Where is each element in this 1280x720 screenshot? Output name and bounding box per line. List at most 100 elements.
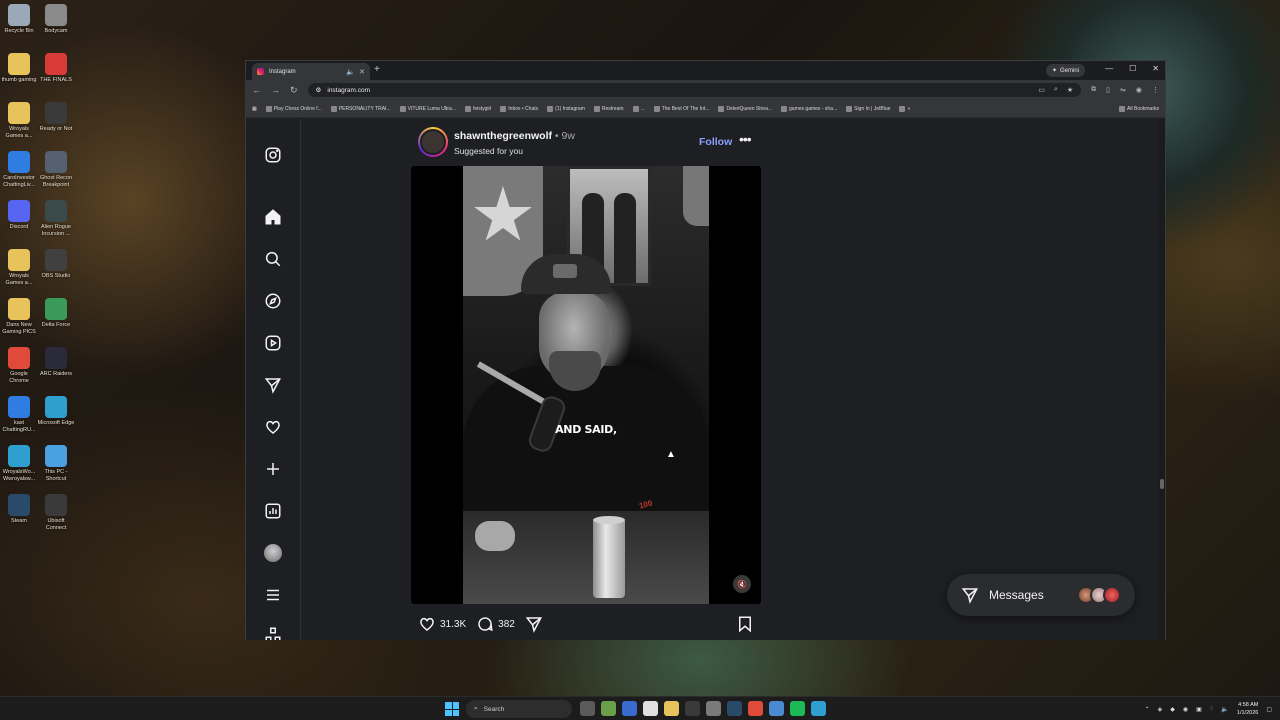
bookmark-item[interactable]: Inbox • Chats — [500, 105, 538, 112]
desktop-icon[interactable]: Wroyals Games a... — [0, 249, 38, 287]
start-button[interactable] — [445, 702, 459, 716]
tray-app-icon[interactable]: ◉ — [1183, 706, 1188, 713]
tabsearch-icon[interactable]: ⇋ — [1120, 86, 1126, 94]
sidepanel-icon[interactable]: ▯ — [1106, 86, 1110, 94]
cast-icon[interactable]: ▭ — [1038, 86, 1045, 94]
tab-close-icon[interactable]: ✕ — [359, 68, 365, 76]
taskbar-search[interactable]: ⌕ Search — [466, 700, 572, 718]
desktop-icon[interactable]: kast ChattingRU... — [0, 396, 38, 434]
apps-icon[interactable]: ▦ — [252, 106, 257, 112]
desktop-icon[interactable]: Ubisoft Connect — [37, 494, 75, 532]
explore-icon[interactable] — [263, 291, 283, 311]
notifications-icon[interactable]: ▢ — [1266, 706, 1272, 713]
site-info-icon[interactable]: ⚙ — [316, 86, 322, 94]
bookmark-item[interactable]: (1) Instagram — [547, 105, 585, 112]
bookmark-item[interactable]: ... — [632, 105, 645, 112]
mute-toggle-icon[interactable]: 🔇 — [733, 575, 751, 593]
terminal-icon[interactable] — [685, 701, 700, 716]
desktop-icon[interactable]: Steam — [0, 494, 38, 525]
messages-button[interactable]: Messages — [947, 574, 1135, 616]
reload-icon[interactable]: ↻ — [290, 85, 298, 96]
save-button[interactable] — [736, 615, 754, 633]
task-view-icon[interactable] — [580, 701, 595, 716]
notifications-heart-icon[interactable] — [263, 417, 283, 437]
bookmark-item[interactable]: Play Chess Online f... — [265, 105, 322, 112]
dashboard-icon[interactable] — [263, 501, 283, 521]
desktop-icon[interactable]: This PC - Shortcut — [37, 445, 75, 483]
back-icon[interactable]: ← — [252, 85, 261, 95]
bookmark-item[interactable]: Sign In | JetBlue — [846, 105, 890, 112]
copilot-icon[interactable] — [622, 701, 637, 716]
desktop-icon[interactable]: Wroyals Games a... — [0, 102, 38, 140]
desktop-icon[interactable]: ARC Raiders — [37, 347, 75, 378]
search-icon[interactable] — [263, 249, 283, 269]
spotify-icon[interactable] — [790, 701, 805, 716]
network-icon[interactable]: ◌ — [1210, 706, 1214, 712]
bookmark-item[interactable]: feistygirl — [464, 105, 491, 112]
create-plus-icon[interactable] — [263, 459, 283, 479]
post-author-username[interactable]: shawnthegreenwolf • 9w — [454, 130, 575, 142]
notepad-icon[interactable] — [643, 701, 658, 716]
post-video[interactable]: 100 AND SAID, 🔇 — [411, 166, 761, 604]
bookmark-star-icon[interactable]: ★ — [1067, 86, 1073, 94]
reels-icon[interactable] — [263, 333, 283, 353]
gemini-button[interactable]: ✦ Gemini — [1045, 64, 1085, 77]
volume-icon[interactable]: 🔈 — [1221, 706, 1228, 713]
also-from-meta-icon[interactable] — [263, 625, 283, 640]
minecraft-icon[interactable] — [601, 701, 616, 716]
bookmark-item[interactable]: The Best Of The Int... — [653, 105, 709, 112]
tray-app-icon[interactable]: ◆ — [1170, 706, 1175, 713]
desktop-icon[interactable]: Dans New Gaming PICS — [0, 298, 38, 336]
tab-audio-icon[interactable]: 🔈 — [346, 68, 355, 76]
zoom-icon[interactable]: ⌕ — [1054, 86, 1058, 94]
tray-app-icon[interactable]: ▣ — [1196, 706, 1202, 713]
forward-icon[interactable]: → — [271, 85, 280, 95]
like-button[interactable]: 31.3K — [418, 615, 466, 633]
maximize-icon[interactable]: ☐ — [1129, 64, 1136, 73]
share-button[interactable] — [525, 615, 543, 633]
username-text[interactable]: shawnthegreenwolf — [454, 130, 552, 142]
desktop-icon[interactable]: Recycle Bin — [0, 4, 38, 35]
address-bar[interactable]: ⚙ instagram.com ▭ ⌕ ★ — [307, 83, 1082, 97]
app-icon[interactable] — [748, 701, 763, 716]
tab-instagram[interactable]: Instagram 🔈 ✕ — [252, 63, 370, 80]
page-scrollbar[interactable] — [1159, 119, 1165, 640]
desktop-icon[interactable]: OBS Studio — [37, 249, 75, 280]
bookmark-item[interactable]: games games - sha... — [781, 105, 837, 112]
desktop-icon[interactable]: Ready or Not — [37, 102, 75, 133]
bookmark-item[interactable]: PERSONALITY TRAI... — [330, 105, 391, 112]
all-bookmarks-button[interactable]: All Bookmarks — [1119, 105, 1159, 112]
desktop-icon[interactable]: Google Chrome — [0, 347, 38, 385]
extensions-icon[interactable]: ⧉ — [1091, 86, 1096, 94]
profile-avatar[interactable] — [263, 543, 283, 563]
tray-chevron-icon[interactable]: ⌃ — [1145, 706, 1150, 713]
clock[interactable]: 4:58 AM 1/1/2026 — [1237, 701, 1258, 717]
bookmark-item[interactable]: DeleriQueen Strea... — [718, 105, 772, 112]
edge-taskbar-icon[interactable] — [811, 701, 826, 716]
comment-button[interactable]: 382 — [476, 615, 515, 633]
bookmark-item[interactable]: VITURE Luma Ultra... — [399, 105, 456, 112]
minimize-icon[interactable]: — — [1105, 64, 1113, 73]
desktop-icon[interactable]: Alien Rogue Incursion ... — [37, 200, 75, 238]
desktop-icon[interactable]: CaroInvestor ChattingLiv... — [0, 151, 38, 189]
more-menu-icon[interactable] — [263, 585, 283, 605]
new-tab-button[interactable]: + — [374, 64, 380, 75]
instagram-logo-icon[interactable] — [263, 145, 283, 165]
desktop-icon[interactable]: Discord — [0, 200, 38, 231]
tray-app-icon[interactable]: ◈ — [1158, 706, 1163, 713]
close-window-icon[interactable]: ✕ — [1152, 64, 1159, 73]
follow-button[interactable]: Follow — [699, 136, 732, 148]
profile-icon[interactable]: ◉ — [1136, 86, 1142, 94]
bookmark-item[interactable]: Restream — [593, 105, 624, 112]
author-avatar[interactable] — [418, 127, 448, 157]
desktop-icon[interactable]: thumb gaming — [0, 53, 38, 84]
file-explorer-icon[interactable] — [664, 701, 679, 716]
desktop-icon[interactable]: WroyalsWo... Wwroyalsw... — [0, 445, 38, 483]
bookmark-item[interactable]: » — [899, 105, 910, 112]
menu-icon[interactable]: ⋮ — [1152, 86, 1159, 94]
desktop-icon[interactable]: Microsoft Edge — [37, 396, 75, 427]
more-options-button[interactable]: ••• — [739, 131, 752, 147]
desktop-icon[interactable]: Delta Force — [37, 298, 75, 329]
desktop-icon[interactable]: Ghost Recon Breakpoint — [37, 151, 75, 189]
desktop-icon[interactable]: Bodycam — [37, 4, 75, 35]
